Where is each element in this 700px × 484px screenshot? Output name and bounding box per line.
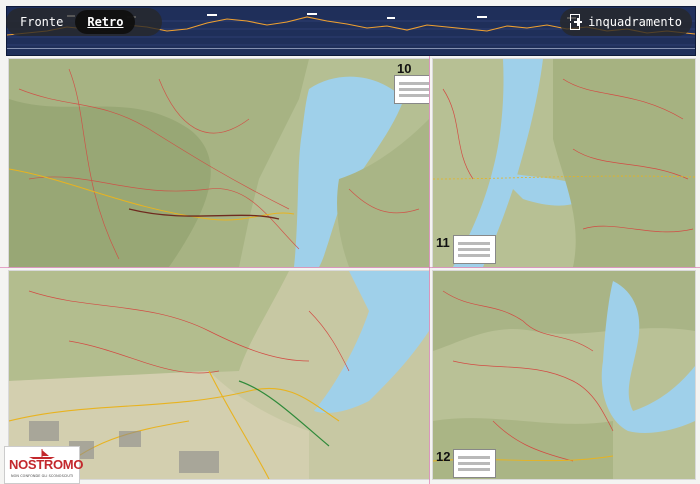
map-sheet-12[interactable]: 12 (432, 270, 696, 480)
sheet-legend (453, 235, 496, 264)
sheet-number: 11 (436, 235, 450, 250)
crop-button-label: inquadramento (588, 15, 682, 29)
sheet-number: 10 (397, 61, 412, 76)
map-sheet-10[interactable]: 10 (8, 58, 430, 268)
fold-line-horizontal (0, 267, 700, 268)
logo-tagline: NON CONFONDE GLI SCONOSCIUTI (11, 474, 74, 478)
side-toggle: Fronte Retro (6, 8, 162, 36)
sheet-legend (453, 449, 496, 478)
logo-wordmark: NOSTROMO (9, 457, 84, 472)
tab-retro[interactable]: Retro (75, 10, 136, 34)
map-sheet-11[interactable]: 11 (432, 58, 696, 268)
crop-frame-icon (570, 14, 582, 30)
crop-button[interactable]: inquadramento (560, 8, 692, 36)
publisher-logo: NOSTROMO NON CONFONDE GLI SCONOSCIUTI (4, 446, 84, 484)
sheet-number: 12 (436, 449, 451, 464)
fold-line-vertical (429, 56, 430, 484)
sheet-legend (394, 75, 429, 104)
tab-fronte[interactable]: Fronte (8, 10, 75, 34)
